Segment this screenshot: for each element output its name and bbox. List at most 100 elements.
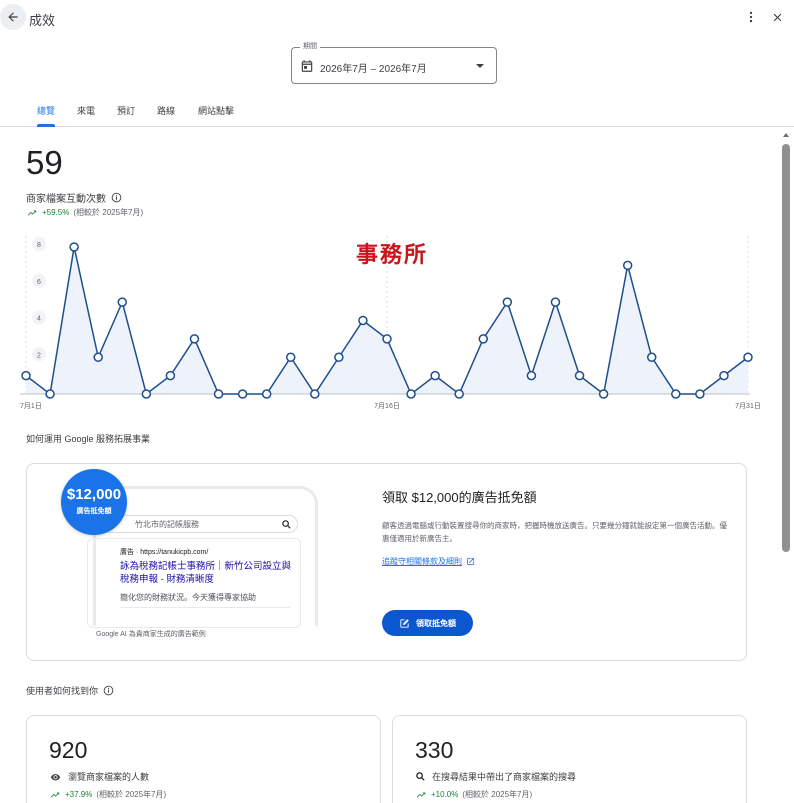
profile-views-comparison: (相較於 2025年7月): [96, 790, 167, 799]
data-point: [237, 389, 248, 399]
profile-views-label: 瀏覽商家檔案的人數: [49, 770, 149, 783]
search-appearances-label: 在搜尋結果中帶出了商家檔案的搜尋: [415, 770, 576, 783]
data-point: [165, 370, 176, 381]
trending-up-icon: [416, 792, 426, 797]
chart-annotation: 事務所: [356, 242, 428, 268]
data-point: [695, 389, 705, 399]
search-appearances-number: 330: [415, 737, 454, 763]
discovery-section-title: 使用者如何找到你: [26, 684, 114, 697]
profile-views-label-text: 瀏覽商家檔案的人數: [68, 772, 150, 782]
data-point: [598, 389, 609, 399]
data-point: [358, 315, 368, 326]
search-icon: [416, 772, 425, 781]
interactions-label-text: 商家檔案互動次數: [26, 194, 106, 205]
divider: [120, 607, 290, 608]
interactions-label: 商家檔案互動次數: [26, 190, 122, 205]
data-point: [743, 352, 753, 362]
mock-search-text: 竹北市的記帳服務: [135, 520, 199, 529]
claim-credit-label: 領取抵免額: [416, 618, 456, 628]
data-point: [117, 297, 128, 307]
period-value: 2026年7月 – 2026年7月: [320, 64, 427, 75]
x-tick-label: 7月16日: [374, 402, 400, 410]
interactions-change-value: +59.5%: [42, 208, 70, 217]
profile-views-change-value: +37.9%: [65, 790, 93, 799]
scrollbar-thumb[interactable]: [782, 144, 790, 552]
y-tick-label: 6: [37, 279, 41, 286]
discovery-title-text: 使用者如何找到你: [26, 686, 99, 696]
tab-website-clicks[interactable]: 網站點擊: [198, 104, 234, 117]
data-point: [213, 389, 224, 399]
mock-ad-url: 廣告 · https://tanukicpb.com/: [120, 549, 209, 556]
data-point: [550, 297, 561, 307]
data-point: [69, 242, 79, 252]
y-tick-label: 2: [37, 352, 41, 359]
tab-calls[interactable]: 來電: [77, 104, 95, 117]
promo-description: 顧客透過電腦或行動裝置搜尋你的商家時，把握時機放送廣告。只要幾分鐘就能設定第一個…: [382, 521, 727, 543]
data-point: [430, 370, 440, 381]
mock-ad: 廣告 · https://tanukicpb.com/ 詠為稅務記帳士事務所｜新…: [87, 538, 301, 628]
info-icon[interactable]: [111, 192, 122, 203]
data-point: [93, 352, 103, 362]
data-point: [334, 352, 344, 362]
profile-views-number: 920: [49, 737, 88, 763]
data-point: [622, 260, 633, 271]
data-point: [141, 389, 152, 399]
tab-bar: 總覽 來電 預訂 路線 網站點擊: [0, 96, 794, 127]
calendar-icon: [301, 60, 313, 72]
search-appearances-card[interactable]: 330 在搜尋結果中帶出了商家檔案的搜尋 +10.0% (相較於 2025年7月…: [392, 715, 747, 803]
trending-up-icon: [27, 210, 37, 215]
close-icon: [773, 13, 781, 21]
data-point: [478, 334, 489, 344]
active-tab-indicator: [37, 124, 55, 127]
data-point: [285, 352, 296, 362]
search-appearances-comparison: (相較於 2025年7月): [462, 790, 533, 799]
dropdown-arrow-icon: [476, 64, 484, 68]
search-appearances-label-text: 在搜尋結果中帶出了商家檔案的搜尋: [432, 772, 577, 782]
top-bar: 成效: [0, 0, 794, 36]
ad-example-caption: Google AI 為貴商家生成的廣告範例: [96, 631, 206, 638]
credit-badge: $12,000 廣告抵免額: [61, 469, 127, 535]
badge-amount: $12,000: [66, 486, 122, 503]
mock-ad-headline: 詠為稅務記帳士事務所｜新竹公司設立與稅務申報 - 財務清晰度: [120, 561, 292, 585]
y-tick-label: 4: [37, 316, 41, 323]
close-button[interactable]: [768, 8, 786, 26]
mock-ad-description: 簡化您的財務狀況。今天獲得專家協助: [120, 593, 256, 602]
profile-views-card[interactable]: 920 瀏覽商家檔案的人數 +37.9% (相較於 2025年7月): [26, 715, 381, 803]
x-tick-label: 7月31日: [735, 402, 760, 410]
promo-card: 竹北市的記帳服務 廣告 · https://tanukicpb.com/ 詠為稅…: [26, 463, 747, 661]
terms-link[interactable]: 追蹤守相關條款及細則: [382, 556, 475, 567]
more-vert-icon: [749, 11, 753, 23]
arrow-back-icon: [8, 12, 18, 22]
trending-up-icon: [50, 792, 60, 797]
tab-overview[interactable]: 總覽: [37, 104, 55, 117]
data-point: [406, 389, 416, 399]
interactions-comparison: (相較於 2025年7月): [73, 208, 144, 217]
info-icon[interactable]: [103, 685, 114, 696]
data-point: [189, 334, 200, 344]
data-point: [454, 389, 464, 399]
data-point: [382, 334, 392, 344]
eye-icon: [50, 773, 61, 780]
terms-link-text[interactable]: 追蹤守相關條款及細則: [382, 556, 462, 567]
x-tick-label: 7月1日: [20, 402, 42, 410]
search-appearances-change: +10.0% (相較於 2025年7月): [415, 789, 532, 800]
data-point: [574, 370, 585, 381]
search-appearances-change-value: +10.0%: [431, 790, 459, 799]
claim-credit-button[interactable]: 領取抵免額: [382, 610, 473, 636]
promo-heading: 領取 $12,000的廣告抵免額: [382, 490, 537, 505]
mock-search-bar: 竹北市的記帳服務: [102, 515, 298, 533]
tab-bookings[interactable]: 預訂: [117, 104, 135, 117]
period-selector[interactable]: 期間 2026年7月 – 2026年7月: [291, 42, 497, 84]
back-button[interactable]: [0, 4, 26, 30]
tab-directions[interactable]: 路線: [157, 104, 175, 117]
profile-views-change: +37.9% (相較於 2025年7月): [49, 789, 166, 800]
more-options-button[interactable]: [742, 8, 760, 26]
data-point: [45, 389, 55, 399]
open-in-new-icon: [467, 558, 474, 565]
data-point: [310, 389, 320, 399]
interactions-chart: 2 4 6 8 7月1日 7月16日 7月31日 事務所: [20, 236, 760, 410]
y-tick-label: 8: [37, 242, 41, 249]
scroll-up-arrow-icon[interactable]: [783, 133, 789, 137]
page-title: 成效: [29, 13, 56, 28]
data-point: [526, 370, 537, 381]
